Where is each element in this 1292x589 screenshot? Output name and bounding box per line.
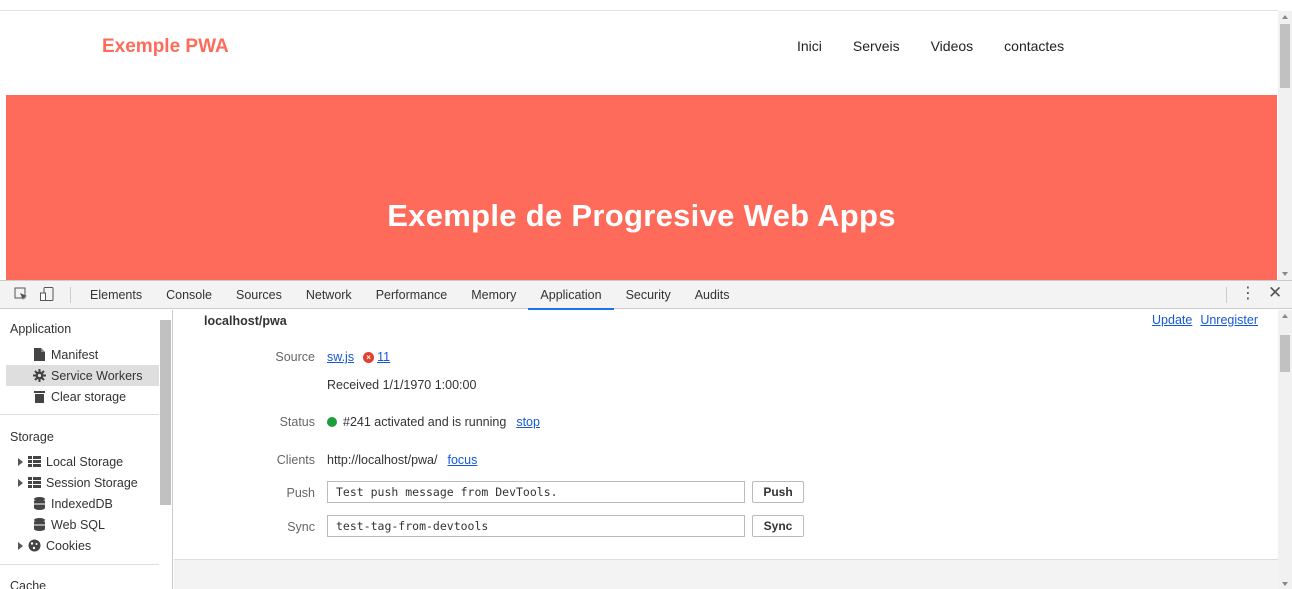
devtools-scrollbar[interactable] (1278, 310, 1292, 589)
page-scrollbar-thumb[interactable] (1280, 24, 1290, 88)
clients-label: Clients (276, 453, 315, 467)
sidebar-item-clear-storage[interactable]: Clear storage (6, 386, 159, 407)
file-icon (32, 348, 46, 362)
more-options-icon[interactable]: ⋮ (1240, 285, 1256, 303)
tab-audits[interactable]: Audits (683, 281, 742, 309)
source-file-link[interactable]: sw.js (327, 350, 354, 364)
status-label: Status (279, 415, 315, 429)
sidebar-scrollbar[interactable] (159, 310, 172, 589)
sidebar-heading-application: Application (10, 322, 72, 336)
sidebar-item-label: Web SQL (51, 517, 105, 532)
received-text: Received 1/1/1970 1:00:00 (327, 378, 477, 392)
sidebar-scrollbar-thumb[interactable] (160, 320, 171, 505)
sidebar-item-label: Cookies (46, 538, 92, 553)
scroll-down-arrow-icon[interactable] (1282, 582, 1288, 586)
stop-link[interactable]: stop (516, 415, 540, 429)
sidebar-heading-cache: Cache (10, 579, 47, 589)
sidebar-item-label: Local Storage (46, 454, 124, 469)
sidebar-item-label: IndexedDB (51, 496, 113, 511)
page-scrollbar[interactable] (1278, 11, 1292, 280)
sidebar-item-label: Session Storage (46, 475, 138, 490)
update-link[interactable]: Update (1152, 313, 1192, 327)
error-icon: × (363, 351, 375, 363)
error-count-link[interactable]: 11 (377, 350, 390, 364)
source-label: Source (275, 350, 315, 364)
gear-icon (32, 369, 46, 383)
sw-actions: Update Unregister (1152, 313, 1258, 327)
panel-footer-area (174, 559, 1278, 589)
nav-link-contactes[interactable]: contactes (1004, 38, 1064, 54)
status-running-icon (327, 417, 337, 427)
service-worker-panel: localhost/pwa Update Unregister Source s… (174, 310, 1278, 589)
push-label: Push (286, 486, 316, 500)
nav-link-inici[interactable]: Inici (797, 38, 822, 54)
page-viewport: Exemple PWA Inici Serveis Videos contact… (0, 0, 1292, 280)
nav-link-serveis[interactable]: Serveis (853, 38, 900, 54)
hero-banner: Exemple de Progresive Web Apps (6, 95, 1277, 280)
site-nav: Inici Serveis Videos contactes (797, 38, 1095, 54)
scroll-down-arrow-icon[interactable] (1282, 272, 1288, 276)
tab-elements[interactable]: Elements (78, 281, 154, 309)
tab-sources[interactable]: Sources (224, 281, 294, 309)
scroll-up-arrow-icon[interactable] (1282, 314, 1288, 318)
sidebar-divider (0, 564, 159, 565)
sidebar-item-cookies[interactable]: Cookies (6, 535, 159, 556)
sidebar-item-label: Service Workers (51, 368, 143, 383)
inspect-element-icon[interactable] (14, 287, 28, 301)
sidebar-item-session-storage[interactable]: Session Storage (6, 472, 159, 493)
toolbar-divider (70, 287, 71, 303)
viewport-top-border (0, 10, 1278, 11)
grid-icon (27, 476, 41, 490)
hero-title: Exemple de Progresive Web Apps (387, 198, 896, 233)
sw-origin: localhost/pwa (204, 314, 287, 328)
devtools-panel: Elements Console Sources Network Perform… (0, 280, 1292, 589)
focus-link[interactable]: focus (447, 453, 477, 467)
devtools-toolbar: Elements Console Sources Network Perform… (0, 281, 1292, 310)
sidebar-item-label: Manifest (51, 347, 99, 362)
sidebar-item-label: Clear storage (51, 389, 127, 404)
unregister-link[interactable]: Unregister (1200, 313, 1258, 327)
source-value: sw.js × 11 (327, 350, 390, 364)
sync-button[interactable]: Sync (752, 515, 804, 537)
expand-triangle-icon[interactable] (18, 541, 23, 550)
sidebar-item-manifest[interactable]: Manifest (6, 344, 159, 365)
nav-link-videos[interactable]: Videos (931, 38, 974, 54)
tab-performance[interactable]: Performance (364, 281, 460, 309)
expand-triangle-icon[interactable] (18, 478, 23, 487)
sidebar-heading-storage: Storage (10, 430, 54, 444)
push-message-input[interactable]: Test push message from DevTools. (327, 481, 745, 503)
clients-value: http://localhost/pwa/ focus (327, 453, 477, 467)
sidebar-item-service-workers[interactable]: Service Workers (6, 365, 159, 386)
site-logo[interactable]: Exemple PWA (102, 36, 229, 58)
application-sidebar: Application Manifest Service Workers Cle… (0, 310, 173, 589)
tab-network[interactable]: Network (294, 281, 364, 309)
tab-security[interactable]: Security (614, 281, 683, 309)
sidebar-item-indexeddb[interactable]: IndexedDB (6, 493, 159, 514)
devtools-tabs: Elements Console Sources Network Perform… (78, 281, 742, 310)
sync-tag-input[interactable]: test-tag-from-devtools (327, 515, 745, 537)
tab-application[interactable]: Application (528, 281, 614, 310)
tab-memory[interactable]: Memory (459, 281, 528, 309)
sync-label: Sync (287, 520, 315, 534)
toolbar-right-divider (1226, 287, 1227, 303)
database-icon (32, 497, 46, 511)
device-toggle-icon[interactable] (40, 287, 54, 301)
devtools-scrollbar-thumb[interactable] (1280, 335, 1290, 372)
status-text: #241 activated and is running (343, 415, 507, 429)
grid-icon (27, 455, 41, 469)
database-icon (32, 518, 46, 532)
sidebar-item-web-sql[interactable]: Web SQL (6, 514, 159, 535)
scroll-up-arrow-icon[interactable] (1282, 15, 1288, 19)
status-value: #241 activated and is running stop (327, 415, 540, 429)
sidebar-divider (0, 414, 159, 415)
cookie-icon (27, 539, 41, 553)
trash-icon (32, 390, 46, 404)
clients-url: http://localhost/pwa/ (327, 453, 438, 467)
tab-console[interactable]: Console (154, 281, 224, 309)
close-icon[interactable]: ✕ (1268, 284, 1282, 302)
push-button[interactable]: Push (752, 481, 804, 503)
expand-triangle-icon[interactable] (18, 457, 23, 466)
sidebar-item-local-storage[interactable]: Local Storage (6, 451, 159, 472)
